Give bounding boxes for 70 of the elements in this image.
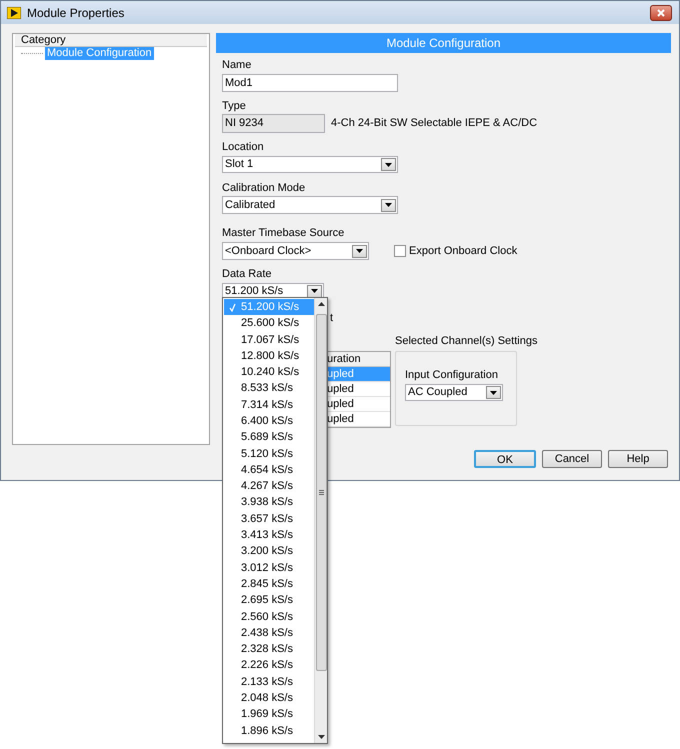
dropdown-option[interactable]: 4.654 kS/s xyxy=(224,462,314,478)
dropdown-option[interactable]: 2.845 kS/s xyxy=(224,576,314,592)
dropdown-option[interactable]: 3.413 kS/s xyxy=(224,527,314,544)
column-header: Category xyxy=(15,34,207,47)
dropdown-option[interactable]: 2.560 kS/s xyxy=(224,608,314,625)
dropdown-option[interactable]: 2.226 kS/s xyxy=(224,658,314,674)
scroll-down-icon[interactable] xyxy=(318,735,324,739)
close-icon xyxy=(657,8,665,16)
section-header: Module Configuration xyxy=(216,33,671,53)
field-label: Name xyxy=(222,59,252,72)
dropdown-arrow-button[interactable] xyxy=(381,158,396,171)
dialog-button[interactable]: OK xyxy=(474,450,536,468)
calibration-select[interactable]: Calibrated xyxy=(222,196,398,214)
grip-icon xyxy=(318,490,324,495)
dropdown-option[interactable]: 5.689 kS/s xyxy=(224,429,314,446)
field-label: Data Rate xyxy=(222,268,272,281)
checkbox[interactable] xyxy=(394,245,406,257)
type-description: 4-Ch 24-Bit SW Selectable IEPE & AC/DC xyxy=(331,116,538,132)
dropdown-arrow-button[interactable] xyxy=(486,386,501,399)
caret-down-icon xyxy=(490,390,497,394)
caret-down-icon xyxy=(356,249,363,253)
dropdown-arrow-button[interactable] xyxy=(307,284,322,298)
scrollbar[interactable] xyxy=(314,298,327,743)
input-configuration-select[interactable]: AC Coupled xyxy=(405,384,503,401)
dropdown-option[interactable]: 2.328 kS/s xyxy=(224,641,314,658)
dialog-button[interactable]: Help xyxy=(608,450,668,468)
dropdown-option[interactable]: 2.048 kS/s xyxy=(224,690,314,706)
dropdown-option[interactable]: 10.240 kS/s xyxy=(224,364,314,380)
dropdown-option[interactable]: 1.969 kS/s xyxy=(224,706,314,723)
timebase-select[interactable]: <Onboard Clock> xyxy=(222,242,369,260)
dropdown-option[interactable]: 12.800 kS/s xyxy=(224,348,314,364)
scroll-thumb[interactable] xyxy=(316,314,326,671)
checkbox-label: Export Onboard Clock xyxy=(409,244,518,259)
dropdown-arrow-button[interactable] xyxy=(352,244,367,258)
dropdown-option[interactable]: 1.896 kS/s xyxy=(224,722,314,740)
scroll-up-icon[interactable] xyxy=(318,302,324,306)
column-header: uration xyxy=(327,352,390,367)
field-label: Type xyxy=(222,100,246,113)
dropdown-option[interactable]: 2.133 kS/s xyxy=(224,674,314,690)
caret-down-icon xyxy=(311,289,318,293)
dropdown-option[interactable]: 6.400 kS/s xyxy=(224,413,314,430)
partial-label: t xyxy=(330,312,334,325)
dropdown-option[interactable]: 2.438 kS/s xyxy=(224,624,314,642)
location-select[interactable]: Slot 1 xyxy=(222,156,398,173)
checkmark-icon xyxy=(229,302,236,312)
field-label: Master Timebase Source xyxy=(222,227,344,240)
field-label: Calibration Mode xyxy=(222,182,306,195)
name-field[interactable]: Mod1 xyxy=(222,74,398,92)
dropdown-option[interactable]: 17.067 kS/s xyxy=(224,332,314,348)
caret-down-icon xyxy=(385,203,392,207)
dropdown-option[interactable]: 3.657 kS/s xyxy=(224,510,314,528)
caret-down-icon xyxy=(385,162,392,166)
dropdown-arrow-button[interactable] xyxy=(381,198,396,212)
dropdown-option[interactable]: 8.533 kS/s xyxy=(224,380,314,397)
dropdown-option[interactable]: 3.012 kS/s xyxy=(224,560,314,576)
dropdown-option[interactable]: 2.695 kS/s xyxy=(224,592,314,609)
app-logo-icon xyxy=(7,6,21,18)
dropdown-option[interactable]: 4.267 kS/s xyxy=(224,478,314,495)
dropdown-option[interactable]: 3.938 kS/s xyxy=(224,494,314,511)
dropdown-option[interactable]: 3.200 kS/s xyxy=(224,543,314,560)
type-field: NI 9234 xyxy=(222,114,325,133)
dropdown-option[interactable]: 25.600 kS/s xyxy=(224,315,314,332)
field-label: Input Configuration xyxy=(405,369,499,382)
dropdown-option[interactable]: 5.120 kS/s xyxy=(224,446,314,462)
window-title: Module Properties xyxy=(27,4,124,22)
dialog-button[interactable]: Cancel xyxy=(542,450,602,468)
close-button[interactable] xyxy=(650,4,672,20)
settings-title: Selected Channel(s) Settings xyxy=(395,335,538,348)
field-label: Location xyxy=(222,141,264,154)
dropdown-option[interactable]: 7.314 kS/s xyxy=(224,396,314,414)
